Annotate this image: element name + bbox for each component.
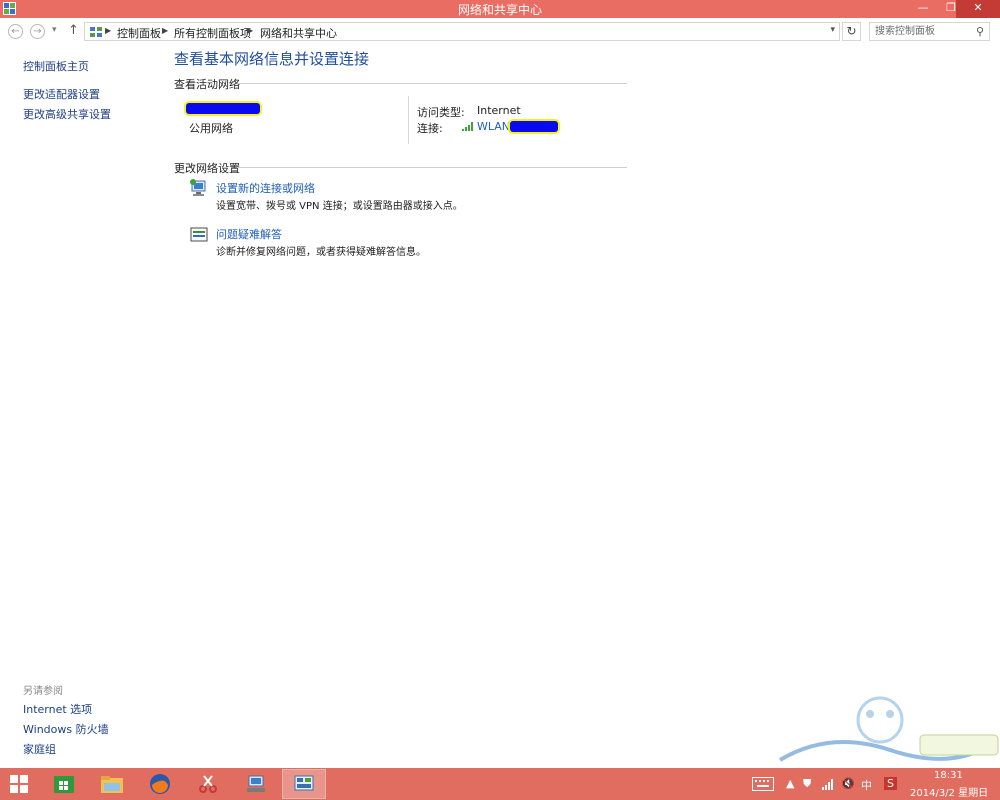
- windows-firewall-link[interactable]: Windows 防火墙: [23, 721, 109, 737]
- back-arrow-icon: ←: [11, 26, 20, 37]
- search-input[interactable]: [875, 24, 973, 39]
- redacted-network-name: [186, 103, 260, 114]
- network-icon: [247, 775, 265, 792]
- title-bar: 网络和共享中心 — ❐ ✕: [0, 0, 1000, 18]
- troubleshoot-desc: 诊断并修复网络问题，或者获得疑难解答信息。: [216, 247, 426, 258]
- refresh-button[interactable]: ↻: [842, 22, 861, 41]
- show-hidden-icons-icon[interactable]: ▲: [786, 777, 794, 790]
- store-icon: [54, 776, 74, 793]
- up-arrow-icon[interactable]: ↑: [68, 23, 79, 38]
- taskbar-control-panel-button[interactable]: [282, 769, 326, 799]
- network-category-link[interactable]: 公用网络: [189, 120, 233, 136]
- recent-locations-chevron-icon[interactable]: ▾: [52, 25, 57, 35]
- wlan-connection-link[interactable]: WLAN: [477, 120, 510, 133]
- control-panel-icon: [90, 27, 102, 37]
- taskbar-store-button[interactable]: [43, 770, 85, 798]
- clock-time[interactable]: 18:31: [934, 770, 963, 781]
- page-title: 查看基本网络信息并设置连接: [174, 50, 370, 68]
- access-type-label: 访问类型:: [417, 106, 465, 119]
- breadcrumb-all-items[interactable]: 所有控制面板项: [174, 25, 251, 41]
- clock-date[interactable]: 2014/3/2 星期日: [910, 784, 988, 799]
- windows-start-icon[interactable]: [10, 775, 28, 793]
- scissors-icon: [199, 775, 217, 793]
- breadcrumb-separator-icon: ▶: [105, 26, 112, 35]
- firefox-icon: [150, 774, 170, 794]
- wps-tray-icon[interactable]: S: [884, 777, 897, 790]
- taskbar-snipping-tool-button[interactable]: [187, 770, 229, 798]
- troubleshoot-icon: [190, 227, 208, 242]
- control-panel-icon: [294, 775, 314, 791]
- touch-keyboard-icon[interactable]: [752, 777, 774, 791]
- homegroup-link[interactable]: 家庭组: [23, 741, 56, 757]
- connection-label: 连接:: [417, 122, 443, 135]
- forward-arrow-icon: →: [33, 26, 42, 37]
- address-dropdown-icon[interactable]: ▾: [830, 25, 835, 35]
- breadcrumb-separator-icon: ▶: [162, 26, 169, 35]
- search-box: ⚲: [869, 22, 990, 41]
- section-divider: [237, 83, 627, 84]
- network-divider: [408, 96, 409, 144]
- breadcrumb-separator-icon: ▶: [247, 26, 254, 35]
- taskbar-explorer-button[interactable]: [91, 770, 133, 798]
- access-type-value: Internet: [477, 104, 521, 117]
- address-box[interactable]: ▶ 控制面板 ▶ 所有控制面板项 ▶ 网络和共享中心 ▾: [84, 22, 840, 41]
- control-panel-home-link[interactable]: 控制面板主页: [23, 58, 89, 74]
- breadcrumb-network-center[interactable]: 网络和共享中心: [260, 25, 337, 41]
- baidu-watermark-logo: [778, 696, 999, 762]
- redacted-ssid: [510, 121, 558, 132]
- back-button[interactable]: ←: [8, 24, 23, 39]
- change-adapter-settings-link[interactable]: 更改适配器设置: [23, 86, 100, 102]
- setup-new-connection-link[interactable]: 设置新的连接或网络: [216, 180, 315, 196]
- breadcrumb-control-panel[interactable]: 控制面板: [117, 25, 161, 41]
- setup-new-connection-desc: 设置宽带、拨号或 VPN 连接；或设置路由器或接入点。: [216, 201, 463, 212]
- taskbar-firefox-button[interactable]: [139, 770, 181, 798]
- minimize-button[interactable]: —: [910, 0, 936, 18]
- folder-icon: [101, 776, 123, 793]
- close-button[interactable]: ✕: [956, 0, 1000, 18]
- taskbar-network-button[interactable]: [235, 770, 277, 798]
- active-networks-heading: 查看活动网络: [174, 78, 240, 91]
- troubleshoot-link[interactable]: 问题疑难解答: [216, 226, 282, 242]
- see-also-label: 另请参阅: [23, 686, 63, 697]
- internet-options-link[interactable]: Internet 选项: [23, 701, 92, 717]
- wifi-signal-icon: [462, 122, 473, 131]
- ime-indicator[interactable]: 中: [861, 777, 872, 793]
- section-divider: [237, 167, 627, 168]
- taskbar: ▲ ⛊ 🔇 中 S: [0, 768, 1000, 800]
- wifi-tray-icon[interactable]: [822, 778, 834, 790]
- address-bar: ← → ▾ ↑ ▶ 控制面板 ▶ 所有控制面板项 ▶ 网络和共享中心 ▾ ↻ ⚲: [0, 18, 1000, 46]
- volume-muted-icon[interactable]: 🔇: [841, 777, 855, 790]
- search-icon[interactable]: ⚲: [976, 25, 984, 38]
- security-shield-icon[interactable]: ⛊: [803, 777, 811, 791]
- new-connection-icon: [190, 179, 206, 196]
- change-advanced-sharing-link[interactable]: 更改高级共享设置: [23, 106, 111, 122]
- change-settings-heading: 更改网络设置: [174, 162, 240, 175]
- window-title: 网络和共享中心: [457, 3, 542, 17]
- refresh-icon: ↻: [846, 24, 857, 38]
- forward-button[interactable]: →: [30, 24, 45, 39]
